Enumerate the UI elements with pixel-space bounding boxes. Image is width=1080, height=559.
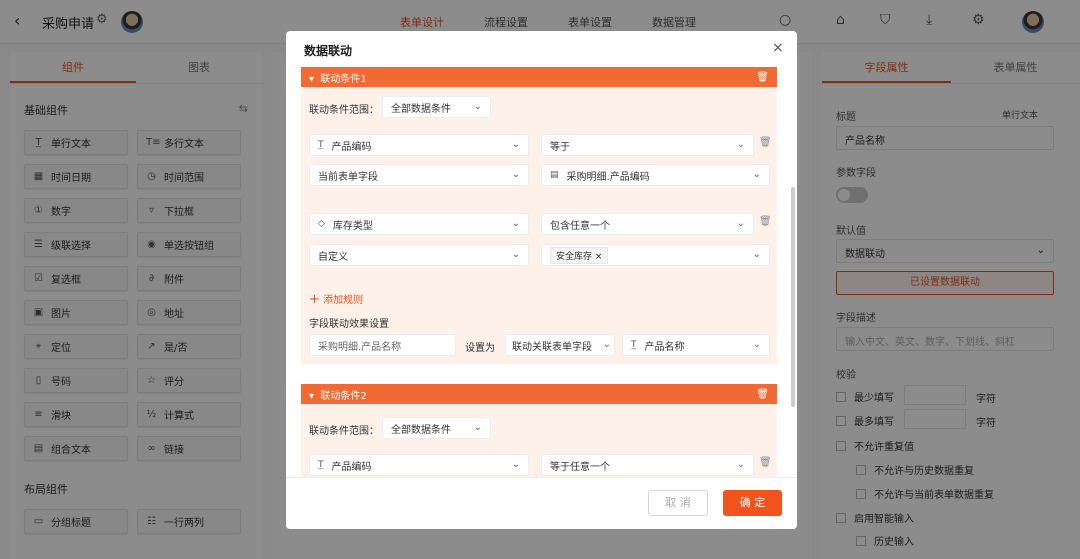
rule1-operator-select[interactable]: 等于 ⌄: [541, 134, 754, 156]
data-linkage-dialog: 数据联动 × ▾ 联动条件1 🗑 联动条件范围： 全部数据条件 ⌄ T̲ 产品编码 ⌄…: [286, 31, 797, 529]
condition-title: ▾ 联动条件2: [309, 387, 367, 402]
condition-header-2[interactable]: ▾ 联动条件2 🗑: [301, 384, 777, 404]
condition-block-1: ▾ 联动条件1 🗑 联动条件范围： 全部数据条件 ⌄ T̲ 产品编码 ⌄ 等于 ⌄ 🗑 …: [301, 67, 777, 364]
value-tag: 安全库存 ×: [550, 246, 609, 264]
rule1-operator: 等于任意一个: [550, 461, 610, 473]
scope-select[interactable]: 全部数据条件 ⌄: [382, 96, 491, 118]
dialog-body: ▾ 联动条件1 🗑 联动条件范围： 全部数据条件 ⌄ T̲ 产品编码 ⌄ 等于 ⌄ 🗑 …: [286, 67, 797, 477]
ok-button[interactable]: 确 定: [723, 490, 782, 516]
condition-block-2: ▾ 联动条件2 🗑 联动条件范围： 全部数据条件 ⌄ T̲ 产品编码 ⌄ 等于任意一个…: [301, 384, 777, 477]
scope-value: 全部数据条件: [391, 103, 451, 115]
dialog-scrollbar[interactable]: [791, 187, 795, 407]
rule1-source: 当前表单字段: [318, 171, 378, 183]
chevron-down-icon: ⌄: [473, 101, 482, 112]
effect-field-input[interactable]: 采购明细.产品名称: [309, 334, 456, 356]
trash-icon[interactable]: 🗑: [759, 457, 772, 468]
rule2-source: 自定义: [318, 251, 348, 263]
scope-label: 联动条件范围：: [309, 105, 379, 116]
rule2-field-select[interactable]: ◇ 库存类型 ⌄: [309, 213, 529, 235]
chevron-down-icon: ⌄: [752, 249, 761, 260]
chevron-down-icon: ⌄: [473, 422, 482, 433]
caret-down-icon: ▾: [309, 73, 315, 85]
rule2-operator: 包含任意一个: [550, 220, 610, 232]
rule1-source-select[interactable]: 当前表单字段 ⌄: [309, 164, 529, 186]
rule1-target-select[interactable]: ▤ 采购明细.产品编码 ⌄: [541, 164, 770, 186]
chevron-down-icon: ⌄: [511, 169, 520, 180]
rule1-operator-select[interactable]: 等于任意一个 ⌄: [541, 454, 754, 476]
chevron-down-icon: ⌄: [752, 169, 761, 180]
chevron-down-icon: ⌄: [736, 139, 745, 150]
chevron-down-icon: ⌄: [602, 339, 611, 350]
rule1-field: 产品编码: [331, 461, 372, 473]
rule1-field-select[interactable]: T̲ 产品编码 ⌄: [309, 454, 529, 476]
trash-icon[interactable]: 🗑: [756, 72, 769, 83]
rule1-field: 产品编码: [331, 141, 372, 153]
caret-down-icon: ▾: [309, 390, 315, 402]
dialog-title: 数据联动: [304, 44, 353, 58]
chevron-down-icon: ⌄: [752, 339, 761, 350]
effect-target-select[interactable]: T̲ 产品名称 ⌄: [622, 334, 770, 356]
scope-select[interactable]: 全部数据条件 ⌄: [382, 417, 491, 439]
close-icon[interactable]: ×: [772, 40, 784, 56]
text-line-icon: T̲: [318, 140, 324, 150]
trash-icon[interactable]: 🗑: [759, 137, 772, 148]
condition-title-text: 联动条件2: [320, 390, 367, 402]
rule1-operator: 等于: [550, 141, 570, 153]
rule1-field-select[interactable]: T̲ 产品编码 ⌄: [309, 134, 529, 156]
text-line-icon: T̲: [631, 340, 637, 350]
table-icon: ▤: [550, 170, 559, 180]
rule2-field: 库存类型: [332, 220, 373, 232]
add-rule-label: 添加规则: [323, 295, 364, 306]
set-as-label: 设置为: [465, 343, 495, 354]
plus-icon: +: [309, 292, 320, 307]
rule1-target: 采购明细.产品编码: [566, 171, 650, 183]
dialog-footer: 取 消 确 定: [286, 477, 797, 529]
chevron-down-icon: ⌄: [511, 139, 520, 150]
effect-mode-select[interactable]: 联动关联表单字段 ⌄: [505, 334, 615, 356]
rule2-operator-select[interactable]: 包含任意一个 ⌄: [541, 213, 754, 235]
effect-mode: 联动关联表单字段: [512, 341, 592, 353]
cancel-button[interactable]: 取 消: [648, 490, 708, 516]
tag-icon: ◇: [318, 219, 325, 229]
condition-title-text: 联动条件1: [320, 73, 367, 85]
effect-label: 字段联动效果设置: [309, 319, 389, 330]
chevron-down-icon: ⌄: [511, 218, 520, 229]
chevron-down-icon: ⌄: [736, 459, 745, 470]
rule2-value-select[interactable]: 安全库存 × ⌄: [541, 244, 770, 266]
chevron-down-icon: ⌄: [511, 249, 520, 260]
text-line-icon: T̲: [318, 460, 324, 470]
tag-close-icon[interactable]: ×: [595, 252, 603, 262]
rule2-source-select[interactable]: 自定义 ⌄: [309, 244, 529, 266]
condition-title: ▾ 联动条件1: [309, 70, 367, 85]
tag-text: 安全库存: [556, 251, 593, 262]
condition-header-1[interactable]: ▾ 联动条件1 🗑: [301, 67, 777, 87]
trash-icon[interactable]: 🗑: [756, 389, 769, 400]
trash-icon[interactable]: 🗑: [759, 216, 772, 227]
chevron-down-icon: ⌄: [736, 218, 745, 229]
scope-label: 联动条件范围：: [309, 426, 379, 437]
chevron-down-icon: ⌄: [511, 459, 520, 470]
scope-value: 全部数据条件: [391, 424, 451, 436]
effect-target: 产品名称: [644, 341, 685, 353]
add-rule-button[interactable]: + 添加规则: [309, 291, 363, 307]
